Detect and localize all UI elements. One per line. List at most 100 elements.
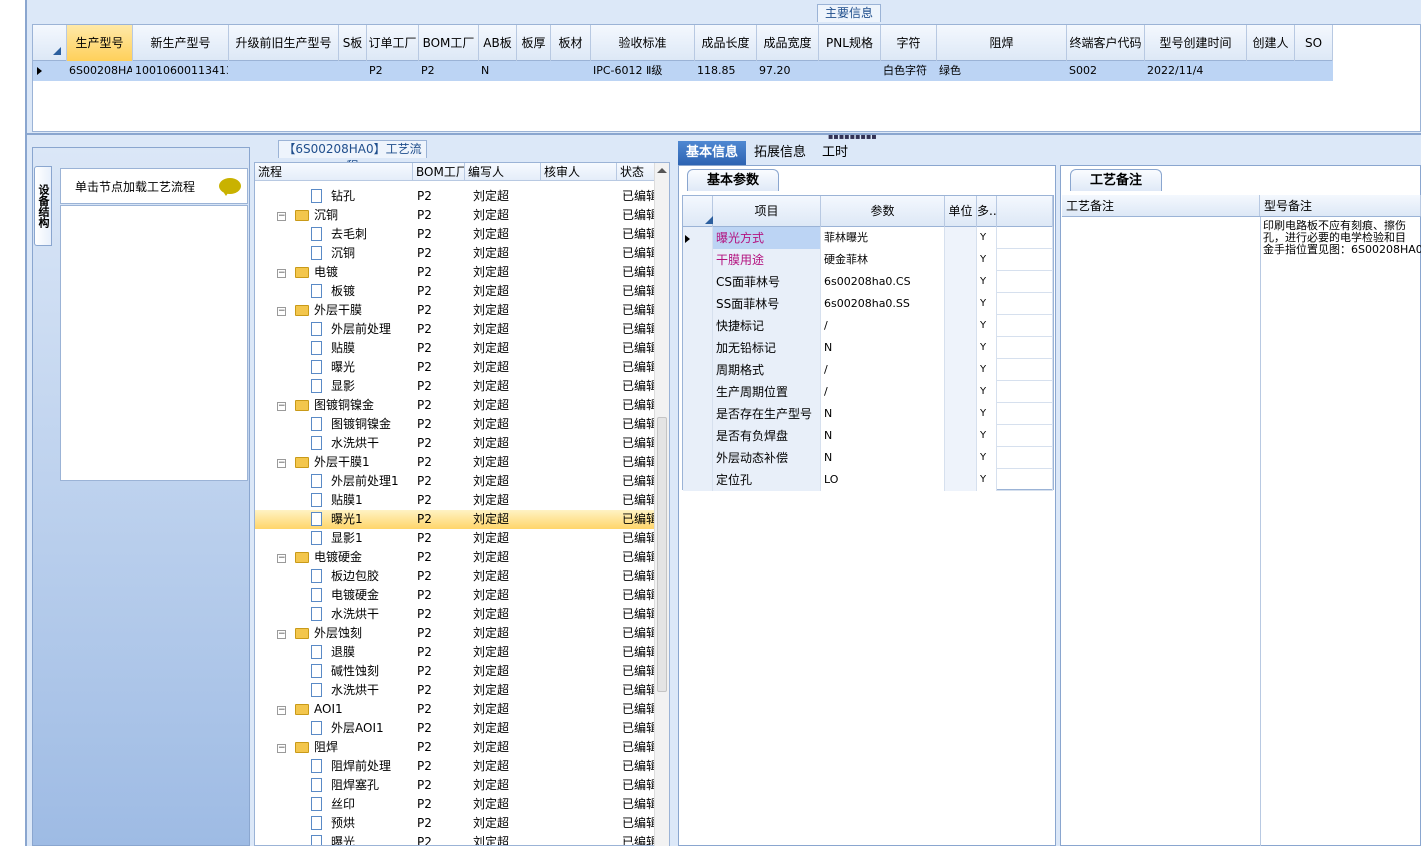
param-flag[interactable]: Y [977,469,997,491]
grid-cell[interactable] [1247,61,1295,81]
column-header[interactable]: S板 [339,25,367,61]
params-row[interactable]: 曝光方式 菲林曝光 Y [683,227,1053,249]
param-value[interactable]: / [821,381,945,403]
param-flag[interactable]: Y [977,227,997,249]
param-value[interactable]: N [821,403,945,425]
param-unit[interactable] [945,469,977,491]
grid-cell[interactable] [517,61,551,81]
param-flag[interactable]: Y [977,425,997,447]
tree-row[interactable]: 去毛刺 P2 刘定超 已编辑 [255,225,655,244]
params-row-selector[interactable] [683,425,713,447]
grid-cell[interactable] [339,61,367,81]
param-unit[interactable] [945,359,977,381]
equipment-tree[interactable] [60,205,248,481]
tree-row[interactable]: 水洗烘干 P2 刘定超 已编辑 [255,681,655,700]
tab-process-notes[interactable]: 工艺备注 [1070,169,1162,191]
tree-row[interactable]: 碱性蚀刻 P2 刘定超 已编辑 [255,662,655,681]
tree-column-header[interactable]: 流程 [255,163,413,180]
param-flag[interactable]: Y [977,293,997,315]
param-flag[interactable]: Y [977,359,997,381]
column-header[interactable]: 型号创建时间 [1145,25,1247,61]
grid-cell[interactable]: 10010600113413 [133,61,229,81]
tree-row[interactable]: − AOI1 P2 刘定超 已编辑 [255,700,655,719]
tab-basic-params[interactable]: 基本参数 [687,169,779,191]
collapse-icon[interactable]: − [277,459,286,468]
params-row-selector[interactable] [683,403,713,425]
grid-cell[interactable]: S002 [1067,61,1145,81]
collapse-icon[interactable]: − [277,307,286,316]
collapse-icon[interactable]: − [277,269,286,278]
tree-row[interactable]: − 沉铜 P2 刘定超 已编辑 [255,206,655,225]
param-value[interactable]: / [821,359,945,381]
params-row-selector[interactable] [683,359,713,381]
tree-row[interactable]: 显影1 P2 刘定超 已编辑 [255,529,655,548]
param-unit[interactable] [945,227,977,249]
tree-column-header[interactable]: BOM工厂 [413,163,465,180]
tree-row[interactable]: 水洗烘干 P2 刘定超 已编辑 [255,605,655,624]
column-header[interactable]: SO [1295,25,1333,61]
param-unit[interactable] [945,271,977,293]
column-header[interactable]: 新生产型号 [133,25,229,61]
param-value[interactable]: N [821,337,945,359]
grid-cell[interactable]: P2 [419,61,479,81]
params-row[interactable]: SS面菲林号 6s00208ha0.SS Y [683,293,1053,315]
params-row[interactable]: 干膜用途 硬金菲林 Y [683,249,1053,271]
param-unit[interactable] [945,381,977,403]
param-flag[interactable]: Y [977,381,997,403]
tree-row[interactable]: − 外层蚀刻 P2 刘定超 已编辑 [255,624,655,643]
param-value[interactable]: LO [821,469,945,491]
grid-cell[interactable]: 白色字符 [881,61,937,81]
tree-row[interactable]: 贴膜1 P2 刘定超 已编辑 [255,491,655,510]
grid-cell[interactable]: P2 [367,61,419,81]
tree-row[interactable]: 丝印 P2 刘定超 已编辑 [255,795,655,814]
tab-basic-info[interactable]: 基本信息 [678,141,747,165]
params-column-header[interactable]: 多.. [977,196,997,227]
tree-row[interactable]: 外层前处理1 P2 刘定超 已编辑 [255,472,655,491]
grid-cell[interactable]: 97.20 [757,61,819,81]
tree-row[interactable]: 曝光1 P2 刘定超 已编辑 [255,510,655,529]
main-info-grid[interactable]: 生产型号 新生产型号 升级前旧生产型号 S板 订单工厂 BOM工厂 AB板 板厚 板材 验收标准成… [32,24,1421,132]
tree-row[interactable]: 外层前处理 P2 刘定超 已编辑 [255,320,655,339]
tree-row[interactable]: 外层AOI1 P2 刘定超 已编辑 [255,719,655,738]
param-unit[interactable] [945,337,977,359]
column-header[interactable]: 成品长度 [695,25,757,61]
tree-row[interactable]: 曝光 P2 刘定超 已编辑 [255,358,655,377]
tab-extended-info[interactable]: 拓展信息 [746,141,814,165]
param-unit[interactable] [945,249,977,271]
tree-row[interactable]: − 电镀硬金 P2 刘定超 已编辑 [255,548,655,567]
params-row[interactable]: 外层动态补偿 N Y [683,447,1053,469]
tree-row[interactable]: − 阻焊 P2 刘定超 已编辑 [255,738,655,757]
tree-row[interactable]: 阻焊前处理 P2 刘定超 已编辑 [255,757,655,776]
params-row[interactable]: 生产周期位置 / Y [683,381,1053,403]
tab-work-hours[interactable]: 工时 [814,141,856,165]
tree-row[interactable]: 电镀硬金 P2 刘定超 已编辑 [255,586,655,605]
tree-row[interactable]: 沉铜 P2 刘定超 已编辑 [255,244,655,263]
tree-row[interactable]: 曝光 P2 刘定超 已编辑 [255,833,655,845]
middle-splitter[interactable] [671,143,677,846]
tree-column-header[interactable]: 状态 [617,163,657,180]
params-row[interactable]: 是否有负焊盘 N Y [683,425,1053,447]
tree-row[interactable]: 阻焊塞孔 P2 刘定超 已编辑 [255,776,655,795]
grid-cell[interactable] [551,61,591,81]
tree-row[interactable]: − 电镀 P2 刘定超 已编辑 [255,263,655,282]
column-header[interactable]: AB板 [479,25,517,61]
grid-cell[interactable] [819,61,881,81]
main-info-row[interactable]: 6S00208HA010010600113413P2P2NIPC-6012 Ⅱ级… [33,61,1333,81]
column-header[interactable]: 验收标准 [591,25,695,61]
tree-row[interactable]: 退膜 P2 刘定超 已编辑 [255,643,655,662]
params-row[interactable]: 定位孔 LO Y [683,469,1053,491]
param-flag[interactable]: Y [977,403,997,425]
params-row-selector[interactable] [683,447,713,469]
collapse-icon[interactable]: − [277,744,286,753]
column-header[interactable]: 字符 [881,25,937,61]
process-tree[interactable]: 流程 BOM工厂 编写人 核审人 状态 钻孔 P2 刘定超 已编辑 − 沉铜 P2 刘定超 已编辑 去毛刺… [254,162,670,846]
column-header[interactable]: 板材 [551,25,591,61]
tree-row[interactable]: 板边包胶 P2 刘定超 已编辑 [255,567,655,586]
column-header[interactable]: PNL规格 [819,25,881,61]
tab-equipment-structure[interactable]: 设备结构 [34,166,52,246]
param-flag[interactable]: Y [977,315,997,337]
tree-row[interactable]: 预烘 P2 刘定超 已编辑 [255,814,655,833]
tree-row[interactable]: − 外层干膜1 P2 刘定超 已编辑 [255,453,655,472]
params-row-selector[interactable] [683,271,713,293]
grid-cell[interactable]: 2022/11/4 [1145,61,1247,81]
